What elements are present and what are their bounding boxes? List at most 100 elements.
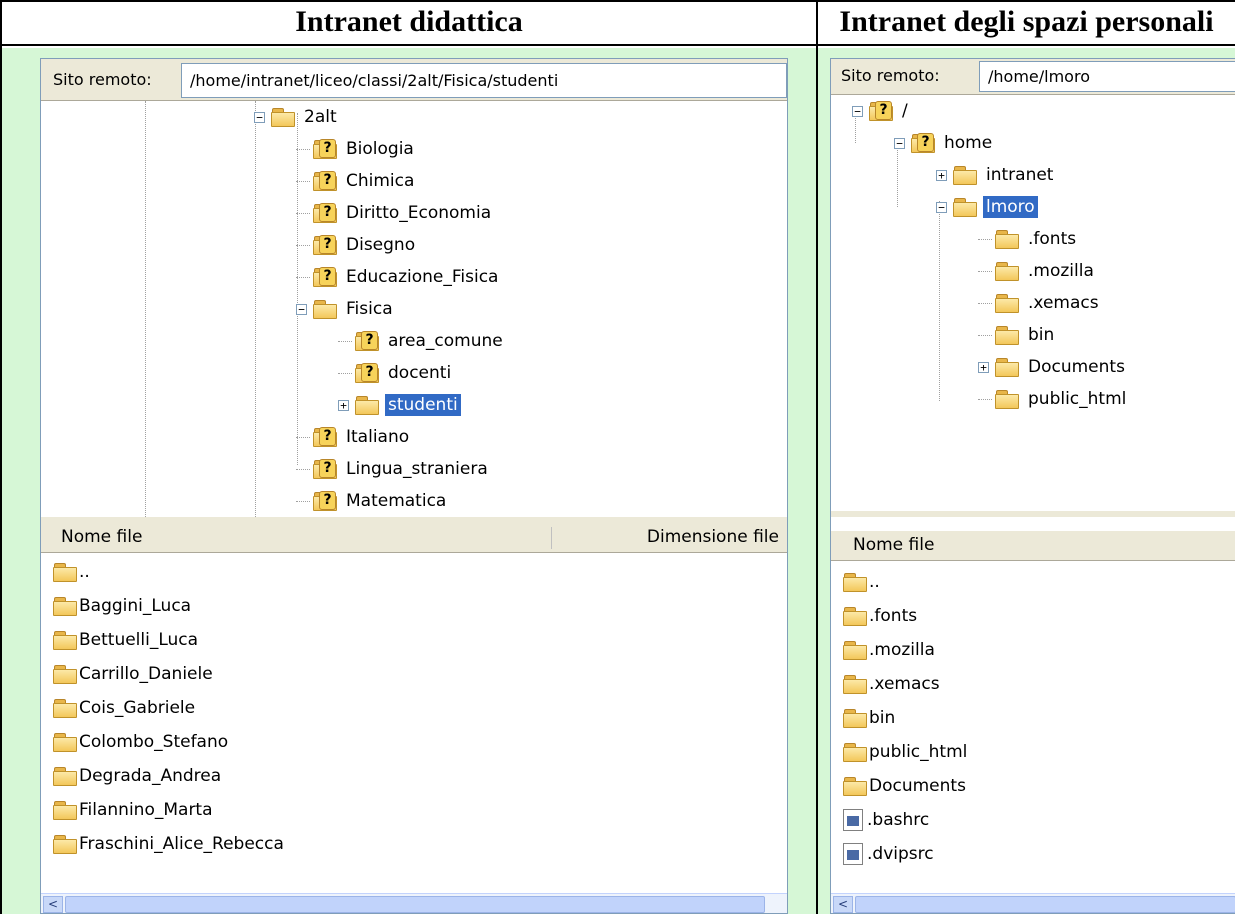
tree-node-label: / [902, 101, 908, 121]
file-list-item[interactable]: Bettuelli_Luca [53, 625, 198, 655]
unknown-folder-icon: ? [313, 427, 337, 447]
left-tree-view[interactable]: − 2alt? Biologia? Chimica? Diritto_Economia?… [41, 101, 787, 517]
file-list-item[interactable]: .bashrc [843, 805, 929, 835]
table-border-top [0, 0, 1235, 2]
folder-icon [995, 390, 1019, 409]
tree-node[interactable]: .xemacs [978, 289, 1102, 317]
tree-node[interactable]: ? Disegno [296, 231, 418, 259]
left-horizontal-scrollbar[interactable]: < [41, 893, 787, 913]
tree-node[interactable]: + studenti [338, 391, 461, 419]
tree-node[interactable]: −? home [894, 129, 995, 157]
folder-icon [843, 573, 867, 592]
folder-icon [53, 699, 77, 718]
folder-icon [995, 326, 1019, 345]
file-list-item[interactable]: Fraschini_Alice_Rebecca [53, 829, 284, 859]
tree-node-label: Documents [1028, 357, 1125, 377]
expand-icon[interactable]: + [338, 399, 349, 411]
file-list-item[interactable]: Carrillo_Daniele [53, 659, 213, 689]
right-tree-view[interactable]: −? / −? home + intranet − lmoro .fonts .mozilla .x… [831, 95, 1235, 511]
tree-node[interactable]: ? Educazione_Fisica [296, 263, 501, 291]
tree-node-label: 2alt [304, 107, 337, 127]
tree-node[interactable]: −? / [852, 97, 911, 125]
unknown-folder-icon: ? [869, 101, 893, 121]
right-splitter[interactable] [831, 511, 1235, 517]
tree-node[interactable]: ? Diritto_Economia [296, 199, 494, 227]
folder-icon [843, 743, 867, 762]
tree-node[interactable]: ? Italiano [296, 423, 412, 451]
file-list-item[interactable]: public_html [843, 737, 967, 767]
tree-connector [296, 144, 310, 155]
expand-icon[interactable]: + [978, 361, 989, 373]
folder-icon [53, 631, 77, 650]
file-name: Degrada_Andrea [79, 766, 222, 786]
left-file-list[interactable]: .. Baggini_Luca Bettuelli_Luca Carrillo_Dan… [53, 557, 783, 887]
expand-icon[interactable]: + [936, 169, 947, 181]
left-remote-path-input[interactable]: /home/intranet/liceo/classi/2alt/Fisica/… [181, 63, 787, 98]
right-remote-path-input[interactable]: /home/lmoro [979, 61, 1235, 92]
left-col-name[interactable]: Nome file [61, 527, 142, 547]
collapse-icon[interactable]: − [296, 303, 307, 315]
right-file-list[interactable]: .. .fonts .mozilla .xemacs bin public_html Doc… [843, 567, 1233, 893]
file-name: .. [79, 562, 90, 582]
collapse-icon[interactable]: − [894, 137, 905, 149]
tree-node[interactable]: ? docenti [338, 359, 454, 387]
file-list-item[interactable]: .mozilla [843, 635, 935, 665]
left-scroll-left-button[interactable]: < [43, 896, 63, 913]
right-scroll-thumb[interactable] [855, 896, 1235, 913]
file-list-item[interactable]: .. [843, 567, 880, 597]
file-list-item[interactable]: Documents [843, 771, 966, 801]
tree-connector [296, 240, 310, 251]
file-list-item[interactable]: .fonts [843, 601, 917, 631]
tree-node[interactable]: − lmoro [936, 193, 1038, 221]
tree-node-label: Educazione_Fisica [346, 267, 499, 287]
unknown-folder-icon: ? [313, 235, 337, 255]
tree-connector [978, 298, 992, 309]
tree-node[interactable]: .fonts [978, 225, 1079, 253]
tree-node[interactable]: ? Chimica [296, 167, 417, 195]
tree-node[interactable]: + intranet [936, 161, 1056, 189]
file-list-item[interactable]: .xemacs [843, 669, 940, 699]
file-list-item[interactable]: bin [843, 703, 895, 733]
folder-icon [53, 835, 77, 854]
file-list-item[interactable]: Cois_Gabriele [53, 693, 195, 723]
file-name: .mozilla [869, 640, 935, 660]
tree-connector [296, 176, 310, 187]
file-name: bin [869, 708, 896, 728]
tree-node-label: home [944, 133, 993, 153]
tree-node[interactable]: ? Biologia [296, 135, 417, 163]
file-list-item[interactable]: Colombo_Stefano [53, 727, 228, 757]
collapse-icon[interactable]: − [852, 105, 863, 117]
file-list-item[interactable]: .dvipsrc [843, 839, 934, 869]
file-name: Carrillo_Daniele [79, 664, 213, 684]
tree-node[interactable]: public_html [978, 385, 1129, 413]
tree-node[interactable]: ? Matematica [296, 487, 449, 515]
collapse-icon[interactable]: − [936, 201, 947, 213]
right-scroll-left-button[interactable]: < [833, 896, 853, 913]
tree-node[interactable]: − Fisica [296, 295, 396, 323]
right-horizontal-scrollbar[interactable]: < [831, 893, 1235, 913]
tree-node[interactable]: ? Lingua_straniera [296, 455, 491, 483]
file-list-item[interactable]: Degrada_Andrea [53, 761, 221, 791]
folder-icon [995, 230, 1019, 249]
tree-node[interactable]: + Documents [978, 353, 1128, 381]
folder-icon [313, 300, 337, 319]
file-list-item[interactable]: Baggini_Luca [53, 591, 191, 621]
folder-icon [995, 358, 1019, 377]
file-list-item[interactable]: Filannino_Marta [53, 795, 213, 825]
file-name: Bettuelli_Luca [79, 630, 199, 650]
tree-node[interactable]: .mozilla [978, 257, 1097, 285]
folder-icon [995, 262, 1019, 281]
tree-node[interactable]: bin [978, 321, 1057, 349]
left-scroll-thumb[interactable] [65, 896, 765, 913]
tree-node[interactable]: − 2alt [254, 103, 340, 131]
left-col-size[interactable]: Dimensione file [647, 527, 779, 547]
tree-node-label: Diritto_Economia [346, 203, 492, 223]
unknown-folder-icon: ? [313, 139, 337, 159]
collapse-icon[interactable]: − [254, 111, 265, 123]
right-col-name[interactable]: Nome file [853, 535, 934, 555]
file-list-item[interactable]: .. [53, 557, 90, 587]
tree-node[interactable]: ? area_comune [338, 327, 506, 355]
tree-node-label: area_comune [388, 331, 503, 351]
left-col-divider[interactable] [551, 527, 552, 549]
left-remote-label: Sito remoto: [53, 70, 152, 89]
